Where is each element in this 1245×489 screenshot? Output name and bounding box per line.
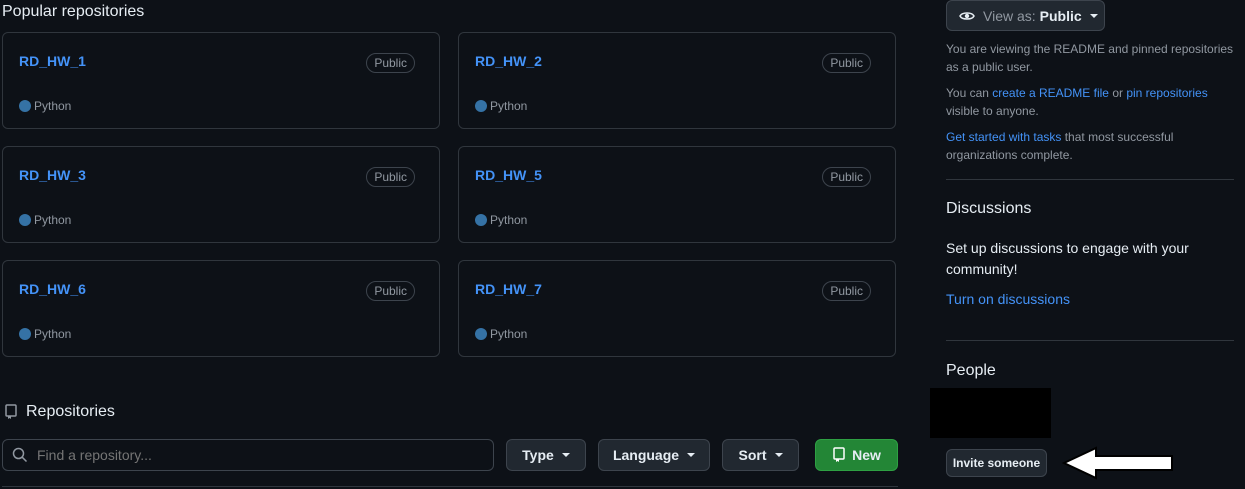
viewing-notice: You are viewing the README and pinned re… [946,42,1234,74]
visibility-badge: Public [366,281,415,301]
type-filter-button[interactable]: Type [506,439,586,471]
sort-label: Sort [738,447,767,463]
language-label: Python [19,99,71,113]
visibility-badge: Public [822,281,871,301]
divider [2,486,898,487]
language-label: Python [475,327,527,341]
language-filter-label: Language [612,447,680,463]
repo-card: RD_HW_1 Public Python [2,32,440,129]
repo-link[interactable]: RD_HW_3 [19,167,86,183]
language-name: Python [34,99,72,113]
language-label: Python [475,213,527,227]
visibility-badge: Public [366,167,415,187]
get-started-link[interactable]: Get started with tasks [946,130,1061,144]
repo-card: RD_HW_3 Public Python [2,146,440,243]
language-color-dot [475,214,487,226]
type-filter-label: Type [522,447,554,463]
invite-someone-button[interactable]: Invite someone [946,449,1047,477]
repo-card: RD_HW_6 Public Python [2,260,440,357]
caret-down-icon [774,453,783,457]
sort-button[interactable]: Sort [722,439,799,471]
language-label: Python [19,327,71,341]
view-as-value: Public [1039,7,1082,24]
caret-down-icon [1089,13,1098,18]
visibility-badge: Public [822,167,871,187]
repo-icon [5,404,17,419]
language-color-dot [475,328,487,340]
language-name: Python [34,327,72,341]
find-repository-input[interactable] [35,446,479,464]
discussions-title: Discussions [946,200,1032,217]
repo-card: RD_HW_5 Public Python [458,146,896,243]
notice-text: You can [946,86,993,100]
repositories-header: Repositories [4,403,115,421]
turn-on-discussions-link[interactable]: Turn on discussions [946,291,1070,307]
repo-card: RD_HW_2 Public Python [458,32,896,129]
search-icon [12,447,28,463]
language-name: Python [490,99,528,113]
language-color-dot [19,214,31,226]
notice-text: or [1108,86,1127,100]
tasks-notice: Get started with tasks that most success… [946,128,1236,164]
repo-icon [833,447,845,462]
repo-card: RD_HW_7 Public Python [458,260,896,357]
repo-link[interactable]: RD_HW_6 [19,281,86,297]
popular-repositories-title: Popular repositories [2,3,145,20]
repositories-title: Repositories [26,403,115,420]
readme-notice: You can create a README file or pin repo… [946,84,1236,120]
repo-link[interactable]: RD_HW_2 [475,53,542,69]
language-color-dot [19,100,31,112]
language-label: Python [475,99,527,113]
language-label: Python [19,213,71,227]
caret-down-icon [561,453,570,457]
repo-link[interactable]: RD_HW_1 [19,53,86,69]
pin-repositories-link[interactable]: pin repositories [1126,86,1207,100]
discussions-text: Set up discussions to engage with your c… [946,240,1189,277]
repo-link[interactable]: RD_HW_7 [475,281,542,297]
language-filter-button[interactable]: Language [598,439,710,471]
language-color-dot [475,100,487,112]
visibility-badge: Public [822,53,871,73]
view-as-button[interactable]: View as: Public [946,0,1105,31]
divider [946,179,1234,180]
invite-someone-label: Invite someone [952,456,1041,470]
find-repository-field[interactable] [2,439,494,471]
pointer-arrow-icon [1061,446,1173,480]
view-as-prefix: View as: [983,7,1036,24]
divider [946,340,1234,341]
visibility-badge: Public [366,53,415,73]
language-name: Python [34,213,72,227]
language-color-dot [19,328,31,340]
create-readme-link[interactable]: create a README file [992,86,1109,100]
repo-link[interactable]: RD_HW_5 [475,167,542,183]
language-name: Python [490,327,528,341]
new-repository-button[interactable]: New [815,439,898,471]
caret-down-icon [687,453,696,457]
language-name: Python [490,213,528,227]
people-title: People [946,362,996,379]
notice-text: visible to anyone. [946,104,1039,118]
eye-icon [959,11,975,20]
redacted-avatars [930,388,1051,438]
new-repository-label: New [852,447,881,463]
